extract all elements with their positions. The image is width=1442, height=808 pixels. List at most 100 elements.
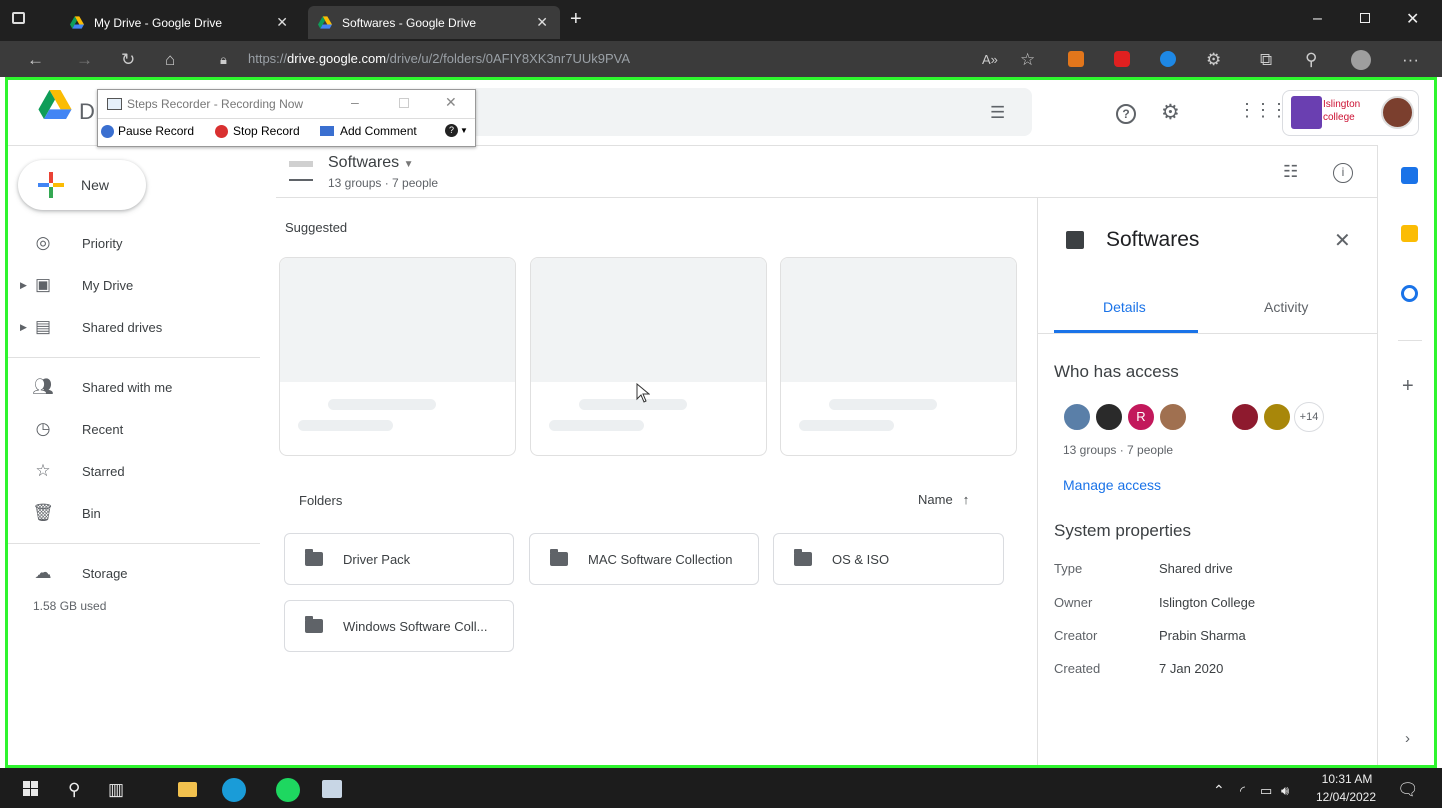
list-view-icon[interactable]: ☷ [1283,162,1298,182]
suggested-card-placeholder[interactable] [530,257,767,456]
prop-key: Creator [1054,628,1098,643]
sidebar-item-priority[interactable]: ◎ Priority [18,224,123,262]
suggested-card-placeholder[interactable] [780,257,1017,456]
clock-date[interactable]: 12/04/2022 [1313,790,1379,804]
calendar-icon[interactable] [1401,167,1418,184]
sidebar-item-bin[interactable]: 🗑︎ Bin [18,494,101,532]
suggested-card-placeholder[interactable] [279,257,516,456]
tab-activity[interactable]: Activity [1264,299,1308,315]
lock-icon: 🔒︎ [220,52,227,67]
search-bar[interactable] [475,88,1032,136]
sidebar-item-shared-with-me[interactable]: 👥︎ Shared with me [18,368,172,406]
steps-recorder-taskbar-icon[interactable] [322,780,342,798]
sidebar-item-starred[interactable]: ☆ Starred [18,452,124,490]
refresh-icon[interactable]: ↻ [121,50,135,70]
sort-by-name-button[interactable]: Name ↑ [918,492,969,507]
folder-members: 13 groups · 7 people [328,176,439,190]
folder-item[interactable]: Driver Pack [284,533,514,585]
search-options-icon[interactable]: ☰ [990,103,1005,123]
member-avatar[interactable] [1158,402,1188,432]
tab-softwares[interactable]: Softwares - Google Drive ✕ [308,6,560,39]
file-explorer-icon[interactable] [178,782,197,797]
apps-grid-icon[interactable]: ⋮⋮⋮ [1238,100,1288,121]
minimize-icon[interactable]: – [1313,10,1322,28]
shared-with-me-icon: 👥︎ [32,377,54,396]
favorite-icon[interactable]: ☆ [1020,50,1035,70]
manage-access-link[interactable]: Manage access [1063,477,1161,493]
google-drive-logo[interactable] [38,90,72,119]
stop-record-button[interactable]: Stop Record [215,124,300,138]
back-icon[interactable]: ← [27,50,44,70]
read-aloud-icon[interactable]: A» [982,52,998,67]
tasks-icon[interactable] [1401,285,1418,302]
member-avatar[interactable]: R [1126,402,1156,432]
folder-title-dropdown[interactable]: Softwares ▼ [328,154,414,172]
expand-panel-icon[interactable]: › [1405,730,1410,747]
tab-my-drive[interactable]: My Drive - Google Drive ✕ [60,6,300,39]
new-tab-icon[interactable]: + [570,8,582,31]
search-icon[interactable]: ⚲ [68,780,80,800]
folder-item[interactable]: OS & ISO [773,533,1004,585]
folder-item[interactable]: MAC Software Collection [529,533,759,585]
battery-icon[interactable]: ▭ [1260,783,1272,799]
sidebar-item-recent[interactable]: ◷ Recent [18,410,124,448]
side-panel-divider [1377,145,1378,765]
keep-icon[interactable] [1401,225,1418,242]
group-avatar[interactable] [1230,402,1260,432]
google-drive-icon [70,16,84,29]
notifications-icon[interactable]: 🗨︎ [1397,780,1419,800]
folder-item[interactable]: Windows Software Coll... [284,600,514,652]
sidebar-item-storage[interactable]: ☁ Storage [18,554,128,592]
url-field[interactable]: https://drive.google.com/drive/u/2/folde… [248,51,630,66]
help-icon[interactable]: ? [1116,104,1136,124]
wifi-icon[interactable]: ◜ [1240,783,1245,799]
extensions-icon[interactable]: ⚙ [1206,50,1221,70]
sidebar-item-my-drive[interactable]: ▣ My Drive [18,266,133,304]
tab-actions-icon[interactable] [12,12,25,24]
home-icon[interactable]: ⌂ [165,50,175,70]
steps-close-icon[interactable]: ✕ [445,94,457,111]
close-window-icon[interactable]: ✕ [1406,9,1419,29]
member-avatar[interactable] [1094,402,1124,432]
clock-time[interactable]: 10:31 AM [1319,772,1375,786]
tab-details[interactable]: Details [1103,299,1146,315]
close-tab-icon[interactable]: ✕ [276,14,288,31]
info-icon[interactable]: i [1333,163,1353,183]
windows-start-icon[interactable] [23,781,38,796]
restore-icon[interactable] [1360,13,1370,23]
comment-icon [320,126,334,136]
more-members-badge[interactable]: +14 [1294,402,1324,432]
folder-icon [794,549,812,566]
profile-link-icon[interactable]: ⚲ [1305,50,1317,70]
spotify-icon[interactable] [276,778,300,802]
folder-icon [550,549,568,566]
show-hidden-icons-icon[interactable]: ⌃ [1213,782,1225,799]
group-avatar[interactable] [1262,402,1292,432]
add-comment-button[interactable]: Add Comment [320,124,417,138]
member-avatar[interactable] [1062,402,1092,432]
more-icon[interactable]: ··· [1402,50,1419,70]
extension-fox-icon[interactable] [1068,51,1084,67]
pause-record-button[interactable]: Pause Record [101,124,194,138]
close-details-icon[interactable]: ✕ [1334,228,1351,253]
steps-recorder-window: Steps Recorder - Recording Now – ✕ Pause… [97,89,476,147]
tab-title: My Drive - Google Drive [94,15,223,30]
steps-minimize-icon[interactable]: – [351,94,359,110]
bin-icon: 🗑︎ [32,503,54,522]
sidebar-item-shared-drives[interactable]: ▤ Shared drives [18,308,162,346]
profile-avatar[interactable] [1351,50,1371,70]
prop-value: Prabin Sharma [1159,628,1246,643]
edge-browser-icon[interactable] [222,778,246,802]
task-view-icon[interactable]: ▥ [108,780,124,800]
collections-icon[interactable]: ⧉ [1260,50,1272,70]
close-tab-icon[interactable]: ✕ [536,14,548,31]
add-addon-icon[interactable]: + [1402,375,1414,398]
address-bar-row [0,41,1442,77]
user-avatar[interactable] [1381,96,1414,129]
extension-blue-icon[interactable] [1160,51,1176,67]
help-dropdown-button[interactable]: ? ▼ [445,124,468,137]
settings-gear-icon[interactable]: ⚙ [1161,100,1180,125]
forward-icon[interactable]: → [76,50,93,70]
extension-red-icon[interactable] [1114,51,1130,67]
volume-icon[interactable]: 🔊︎ [1281,783,1289,799]
